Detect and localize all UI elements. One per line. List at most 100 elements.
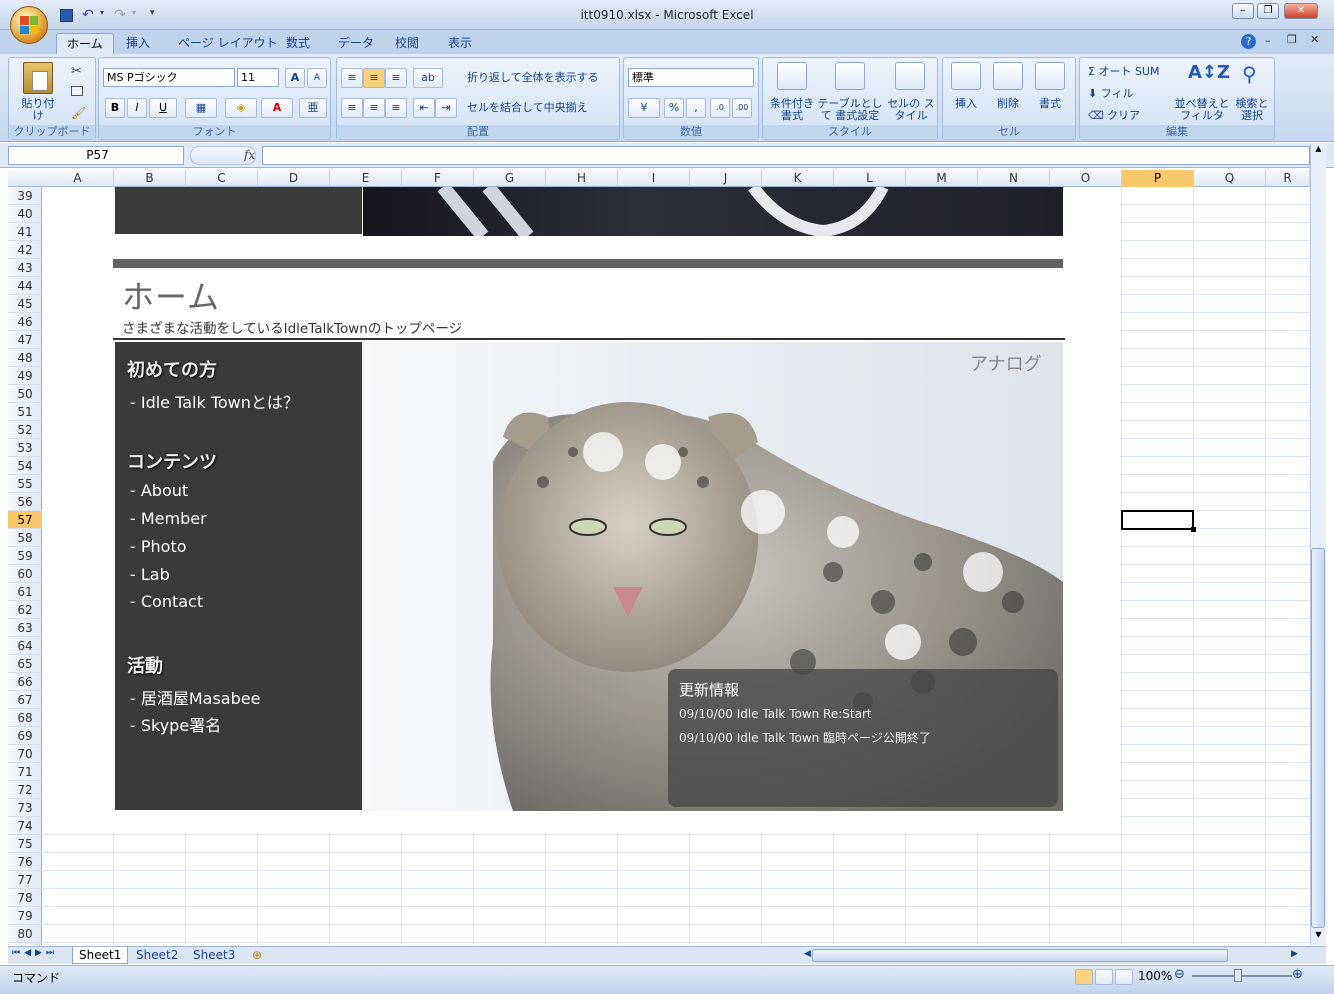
font-color-icon[interactable]: A bbox=[261, 98, 293, 118]
align-bottom-icon[interactable]: ≡ bbox=[385, 68, 407, 88]
row-header-57[interactable]: 57 bbox=[8, 511, 42, 529]
sort-filter-icon[interactable]: A↕Z bbox=[1188, 62, 1230, 83]
row-header-41[interactable]: 41 bbox=[8, 223, 42, 241]
cut-icon[interactable]: ✂ bbox=[71, 64, 82, 79]
tab-insert[interactable]: 挿入 bbox=[116, 33, 160, 54]
increase-indent-icon[interactable]: ⇥ bbox=[435, 98, 457, 118]
workbook-close-icon[interactable]: ✕ bbox=[1310, 33, 1319, 46]
row-header-61[interactable]: 61 bbox=[8, 583, 42, 601]
row-header-65[interactable]: 65 bbox=[8, 655, 42, 673]
row-header-59[interactable]: 59 bbox=[8, 547, 42, 565]
phonetic-icon[interactable]: 亜 bbox=[299, 98, 327, 118]
scroll-up-icon[interactable]: ▲ bbox=[1311, 144, 1326, 158]
format-as-table-button[interactable]: テーブルとして 書式設定 bbox=[817, 98, 883, 122]
sidebar-item-masabee[interactable]: - 居酒屋Masabee bbox=[130, 685, 260, 709]
row-header-52[interactable]: 52 bbox=[8, 421, 42, 439]
normal-view-icon[interactable] bbox=[1075, 969, 1093, 985]
merge-center-button[interactable]: セルを結合して中央揃え bbox=[467, 102, 617, 114]
row-header-72[interactable]: 72 bbox=[8, 781, 42, 799]
zoom-in-icon[interactable]: ⊕ bbox=[1292, 967, 1303, 982]
column-header-c[interactable]: C bbox=[186, 170, 258, 187]
row-header-74[interactable]: 74 bbox=[8, 817, 42, 835]
sheet-nav-icons[interactable]: ⏮◀▶⏭ bbox=[12, 948, 58, 958]
align-right-icon[interactable]: ≡ bbox=[385, 98, 407, 118]
decrease-decimal-icon[interactable]: .00 bbox=[732, 98, 752, 118]
tab-review[interactable]: 校閲 bbox=[385, 33, 429, 54]
row-header-44[interactable]: 44 bbox=[8, 277, 42, 295]
row-header-79[interactable]: 79 bbox=[8, 907, 42, 925]
tab-formulas[interactable]: 数式 bbox=[276, 33, 320, 54]
row-header-71[interactable]: 71 bbox=[8, 763, 42, 781]
find-select-button[interactable]: 検索と 選択 bbox=[1230, 98, 1274, 122]
row-header-64[interactable]: 64 bbox=[8, 637, 42, 655]
autosum-button[interactable]: Σ オート SUM bbox=[1088, 66, 1168, 78]
zoom-out-icon[interactable]: ⊖ bbox=[1174, 967, 1185, 982]
news-item[interactable]: 09/10/00 Idle Talk Town Re:Start bbox=[679, 707, 872, 721]
column-header-q[interactable]: Q bbox=[1194, 170, 1266, 187]
row-header-67[interactable]: 67 bbox=[8, 691, 42, 709]
column-header-r[interactable]: R bbox=[1266, 170, 1310, 187]
column-header-d[interactable]: D bbox=[258, 170, 330, 187]
column-header-l[interactable]: L bbox=[834, 170, 906, 187]
insert-cells-icon[interactable] bbox=[951, 62, 981, 90]
increase-decimal-icon[interactable]: .0 bbox=[710, 98, 730, 118]
help-icon[interactable]: ? bbox=[1241, 34, 1256, 49]
name-box[interactable]: P57 bbox=[8, 146, 184, 165]
insert-cells-button[interactable]: 挿入 bbox=[947, 98, 985, 110]
row-header-40[interactable]: 40 bbox=[8, 205, 42, 223]
row-header-62[interactable]: 62 bbox=[8, 601, 42, 619]
analog-badge[interactable]: アナログ bbox=[970, 350, 1042, 376]
sheet-tab-1[interactable]: Sheet1 bbox=[72, 947, 129, 964]
column-header-k[interactable]: K bbox=[762, 170, 834, 187]
ribbon-restore-icon[interactable]: ❐ bbox=[1287, 33, 1297, 46]
fill-button[interactable]: ⬇ フィル bbox=[1088, 88, 1168, 100]
fill-handle[interactable] bbox=[1191, 527, 1196, 532]
scroll-left-icon[interactable]: ◀ bbox=[804, 949, 811, 959]
row-header-46[interactable]: 46 bbox=[8, 313, 42, 331]
format-as-table-icon[interactable] bbox=[835, 62, 865, 90]
row-header-60[interactable]: 60 bbox=[8, 565, 42, 583]
active-cell[interactable] bbox=[1121, 510, 1196, 532]
row-header-78[interactable]: 78 bbox=[8, 889, 42, 907]
row-header-76[interactable]: 76 bbox=[8, 853, 42, 871]
row-header-63[interactable]: 63 bbox=[8, 619, 42, 637]
sidebar-item-member[interactable]: - Member bbox=[130, 509, 207, 528]
orientation-icon[interactable]: ab bbox=[413, 68, 443, 88]
font-name-select[interactable]: MS Pゴシック bbox=[103, 68, 235, 87]
font-size-select[interactable]: 11 bbox=[237, 68, 279, 87]
column-header-a[interactable]: A bbox=[42, 170, 114, 187]
decrease-indent-icon[interactable]: ⇤ bbox=[413, 98, 435, 118]
percent-button[interactable]: % bbox=[664, 98, 684, 118]
format-painter-icon[interactable]: 🖌 bbox=[71, 106, 86, 120]
sort-filter-button[interactable]: 並べ替えと フィルタ bbox=[1174, 98, 1230, 122]
wrap-text-button[interactable]: 折り返して全体を表示する bbox=[467, 72, 617, 84]
paste-button[interactable]: 貼り付け bbox=[17, 98, 59, 122]
vertical-scroll-thumb[interactable] bbox=[1311, 548, 1325, 928]
grow-font-icon[interactable]: A bbox=[285, 68, 305, 88]
page-layout-view-icon[interactable] bbox=[1095, 969, 1113, 985]
column-header-i[interactable]: I bbox=[618, 170, 690, 187]
align-top-icon[interactable]: ≡ bbox=[341, 68, 363, 88]
conditional-format-icon[interactable] bbox=[777, 62, 807, 90]
currency-icon[interactable]: ¥ bbox=[628, 98, 660, 118]
row-header-49[interactable]: 49 bbox=[8, 367, 42, 385]
column-header-o[interactable]: O bbox=[1050, 170, 1122, 187]
row-header-68[interactable]: 68 bbox=[8, 709, 42, 727]
scroll-right-icon[interactable]: ▶ bbox=[1291, 949, 1298, 959]
conditional-format-button[interactable]: 条件付き 書式 bbox=[765, 98, 819, 122]
row-header-55[interactable]: 55 bbox=[8, 475, 42, 493]
row-header-54[interactable]: 54 bbox=[8, 457, 42, 475]
news-item[interactable]: 09/10/00 Idle Talk Town 臨時ページ公開終了 bbox=[679, 729, 931, 746]
scroll-down-icon[interactable]: ▼ bbox=[1311, 930, 1326, 944]
row-header-70[interactable]: 70 bbox=[8, 745, 42, 763]
sidebar-item-skype[interactable]: - Skype署名 bbox=[130, 712, 221, 736]
sheet-tab-2[interactable]: Sheet2 bbox=[130, 947, 184, 964]
shrink-font-icon[interactable]: A bbox=[307, 68, 327, 88]
cell-styles-button[interactable]: セルの スタイル bbox=[885, 98, 937, 122]
comma-button[interactable]: , bbox=[686, 98, 706, 118]
column-header-p[interactable]: P bbox=[1122, 170, 1194, 187]
close-button[interactable]: ✕ bbox=[1284, 3, 1318, 19]
sidebar-item-lab[interactable]: - Lab bbox=[130, 565, 170, 584]
horizontal-scroll-thumb[interactable] bbox=[812, 949, 1228, 962]
column-header-f[interactable]: F bbox=[402, 170, 474, 187]
